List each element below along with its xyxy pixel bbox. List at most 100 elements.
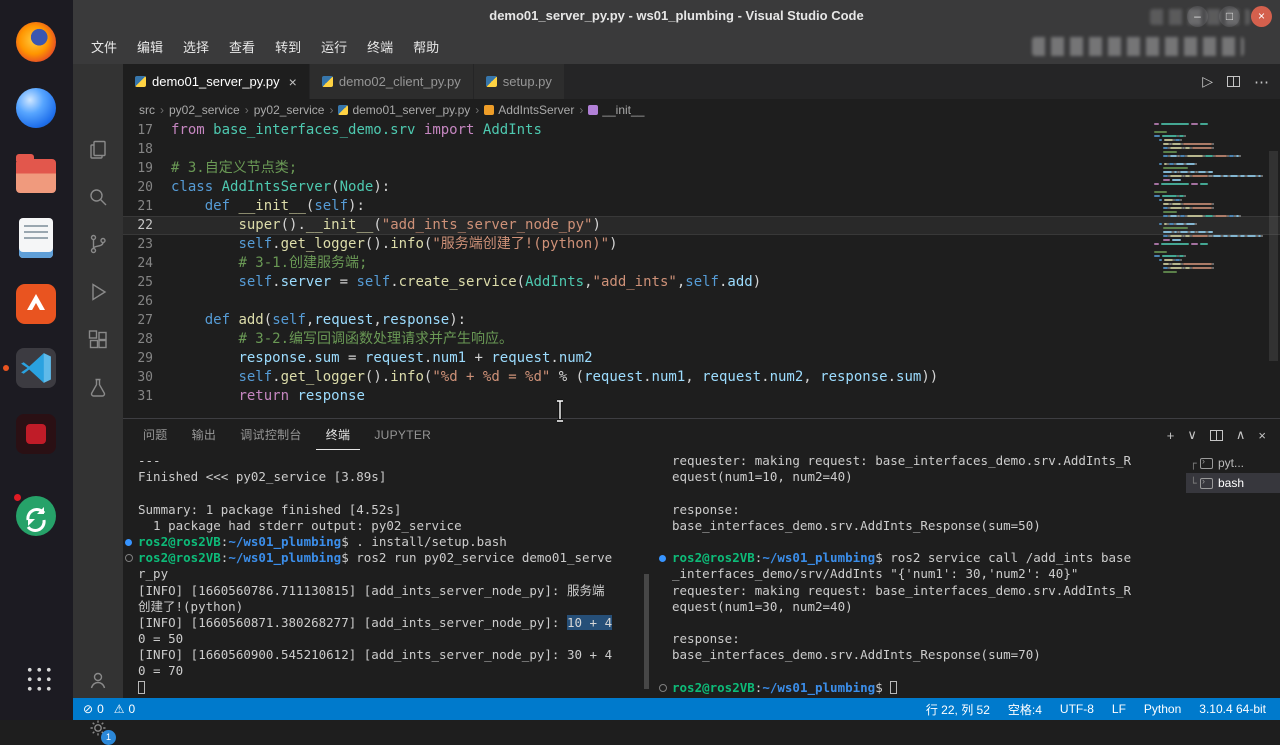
source-control-icon[interactable] bbox=[86, 232, 110, 256]
breadcrumb-item[interactable]: py02_service bbox=[254, 103, 325, 117]
editor-tab[interactable]: demo02_client_py.py bbox=[310, 64, 474, 99]
code-line: 20class AddIntsServer(Node): bbox=[123, 178, 1280, 197]
status-cursor-position[interactable]: 行 22, 列 52 bbox=[926, 701, 990, 718]
terminal-line bbox=[657, 663, 1185, 679]
menu-item[interactable]: 运行 bbox=[311, 35, 357, 60]
run-python-file-button[interactable]: ▷ bbox=[1202, 73, 1213, 90]
menu-item[interactable]: 编辑 bbox=[127, 35, 173, 60]
files-icon[interactable] bbox=[16, 159, 56, 193]
breadcrumb-item[interactable]: AddIntsServer bbox=[498, 103, 574, 117]
ubuntu-software-icon[interactable] bbox=[16, 284, 56, 324]
editor-tab[interactable]: setup.py bbox=[474, 64, 565, 99]
browser-icon[interactable] bbox=[16, 88, 56, 128]
maximize-button[interactable]: □ bbox=[1219, 6, 1240, 27]
terminal-icon bbox=[1200, 458, 1213, 469]
scrollbar-thumb[interactable] bbox=[1269, 151, 1278, 361]
close-tab-icon[interactable]: × bbox=[289, 74, 297, 90]
app-grid-icon[interactable] bbox=[24, 664, 51, 691]
terminal-line: requester: making request: base_interfac… bbox=[657, 453, 1185, 469]
terminal-label: pyt... bbox=[1218, 456, 1244, 470]
terminal-label: bash bbox=[1218, 476, 1244, 490]
run-debug-icon[interactable] bbox=[86, 280, 110, 304]
editor-tab[interactable]: demo01_server_py.py× bbox=[123, 64, 310, 99]
chevron-right-icon: › bbox=[475, 103, 479, 117]
terminal-line: equest(num1=10, num2=40) bbox=[657, 469, 1185, 485]
status-interpreter[interactable]: 3.10.4 64-bit bbox=[1199, 702, 1266, 716]
testing-icon[interactable] bbox=[86, 376, 110, 400]
extensions-icon[interactable] bbox=[86, 328, 110, 352]
line-number: 19 bbox=[123, 159, 171, 178]
dark-red-app-icon[interactable] bbox=[16, 414, 56, 454]
menu-item[interactable]: 帮助 bbox=[403, 35, 449, 60]
warnings-icon: ⚠ bbox=[114, 702, 125, 716]
panel-tab[interactable]: 终端 bbox=[316, 420, 361, 450]
close-panel-icon[interactable]: × bbox=[1258, 428, 1266, 443]
settings-badge: 1 bbox=[101, 730, 116, 745]
terminal-cursor bbox=[138, 681, 145, 694]
accounts-icon[interactable] bbox=[86, 668, 110, 692]
terminal-list-item[interactable]: ┌pyt... bbox=[1186, 453, 1280, 473]
menu-item[interactable]: 查看 bbox=[219, 35, 265, 60]
status-count: 0 bbox=[129, 702, 136, 716]
breadcrumb-item[interactable]: __init__ bbox=[602, 103, 644, 117]
search-icon[interactable] bbox=[86, 185, 110, 209]
status-eol[interactable]: LF bbox=[1112, 702, 1126, 716]
terminal-right[interactable]: requester: making request: base_interfac… bbox=[657, 453, 1185, 696]
terminal-list: ┌pyt...└bash bbox=[1186, 453, 1280, 696]
vscode-icon[interactable] bbox=[16, 348, 56, 388]
status-errors[interactable]: ⊘0 bbox=[83, 702, 104, 716]
firefox-icon[interactable] bbox=[16, 22, 56, 62]
code-line: 17from base_interfaces_demo.srv import A… bbox=[123, 121, 1280, 140]
minimap-content bbox=[1154, 122, 1266, 274]
code-line: 23 self.get_logger().info("服务端创建了!(pytho… bbox=[123, 235, 1280, 254]
panel-tab[interactable]: JUPYTER bbox=[364, 420, 441, 450]
breadcrumb-item[interactable]: src bbox=[139, 103, 155, 117]
terminal-line: Summary: 1 package finished [4.52s] bbox=[123, 502, 651, 518]
tab-bar: demo01_server_py.py×demo02_client_py.pys… bbox=[123, 64, 1280, 99]
menu-item[interactable]: 文件 bbox=[81, 35, 127, 60]
terminal-line: response: bbox=[657, 631, 1185, 647]
status-encoding[interactable]: UTF-8 bbox=[1060, 702, 1094, 716]
menu-item[interactable]: 选择 bbox=[173, 35, 219, 60]
terminal-scrollbar[interactable] bbox=[644, 574, 649, 689]
chevron-right-icon: › bbox=[329, 103, 333, 117]
split-editor-icon[interactable] bbox=[1227, 76, 1240, 87]
menu-item[interactable]: 终端 bbox=[357, 35, 403, 60]
terminal-list-item[interactable]: └bash bbox=[1186, 473, 1280, 493]
editor-region: demo01_server_py.py×demo02_client_py.pys… bbox=[123, 64, 1280, 698]
status-warnings[interactable]: ⚠0 bbox=[114, 702, 135, 716]
python-icon bbox=[338, 105, 348, 115]
panel: 问题输出调试控制台终端JUPYTER + ∨ ∧ × ---Finished <… bbox=[123, 418, 1280, 698]
terminal-line bbox=[123, 485, 651, 501]
breadcrumb-item[interactable]: py02_service bbox=[169, 103, 240, 117]
close-button[interactable]: × bbox=[1251, 6, 1272, 27]
terminal-line: requester: making request: base_interfac… bbox=[657, 583, 1185, 599]
code-line: 25 self.server = self.create_service(Add… bbox=[123, 273, 1280, 292]
line-number: 24 bbox=[123, 254, 171, 273]
editor-scrollbar[interactable] bbox=[1267, 121, 1280, 418]
terminal-dropdown-icon[interactable]: ∨ bbox=[1187, 427, 1197, 443]
minimize-button[interactable]: – bbox=[1187, 6, 1208, 27]
panel-tab[interactable]: 调试控制台 bbox=[230, 420, 312, 450]
panel-tab[interactable]: 问题 bbox=[133, 420, 178, 450]
terminal-line: Finished <<< py02_service [3.89s] bbox=[123, 469, 651, 485]
terminal-left[interactable]: ---Finished <<< py02_service [3.89s]Summ… bbox=[123, 453, 651, 696]
python-file-icon bbox=[486, 76, 497, 87]
code-editor[interactable]: 17from base_interfaces_demo.srv import A… bbox=[123, 121, 1280, 418]
split-terminal-icon[interactable] bbox=[1210, 430, 1223, 441]
status-language[interactable]: Python bbox=[1144, 702, 1181, 716]
more-actions-icon[interactable]: ⋯ bbox=[1254, 73, 1270, 91]
code-line: 27 def add(self,request,response): bbox=[123, 311, 1280, 330]
new-terminal-icon[interactable]: + bbox=[1167, 428, 1175, 443]
minimap[interactable] bbox=[1154, 122, 1266, 362]
explorer-icon[interactable] bbox=[86, 138, 110, 162]
menu-item[interactable]: 转到 bbox=[265, 35, 311, 60]
panel-tab[interactable]: 输出 bbox=[182, 420, 227, 450]
maximize-panel-icon[interactable]: ∧ bbox=[1236, 427, 1246, 443]
terminal-line: response: bbox=[657, 502, 1185, 518]
text-editor-icon[interactable] bbox=[19, 218, 53, 258]
status-left: ⊘0⚠0 bbox=[73, 702, 135, 716]
software-updater-icon[interactable] bbox=[16, 496, 56, 536]
breadcrumb-item[interactable]: demo01_server_py.py bbox=[352, 103, 470, 117]
status-indentation[interactable]: 空格:4 bbox=[1008, 701, 1042, 718]
